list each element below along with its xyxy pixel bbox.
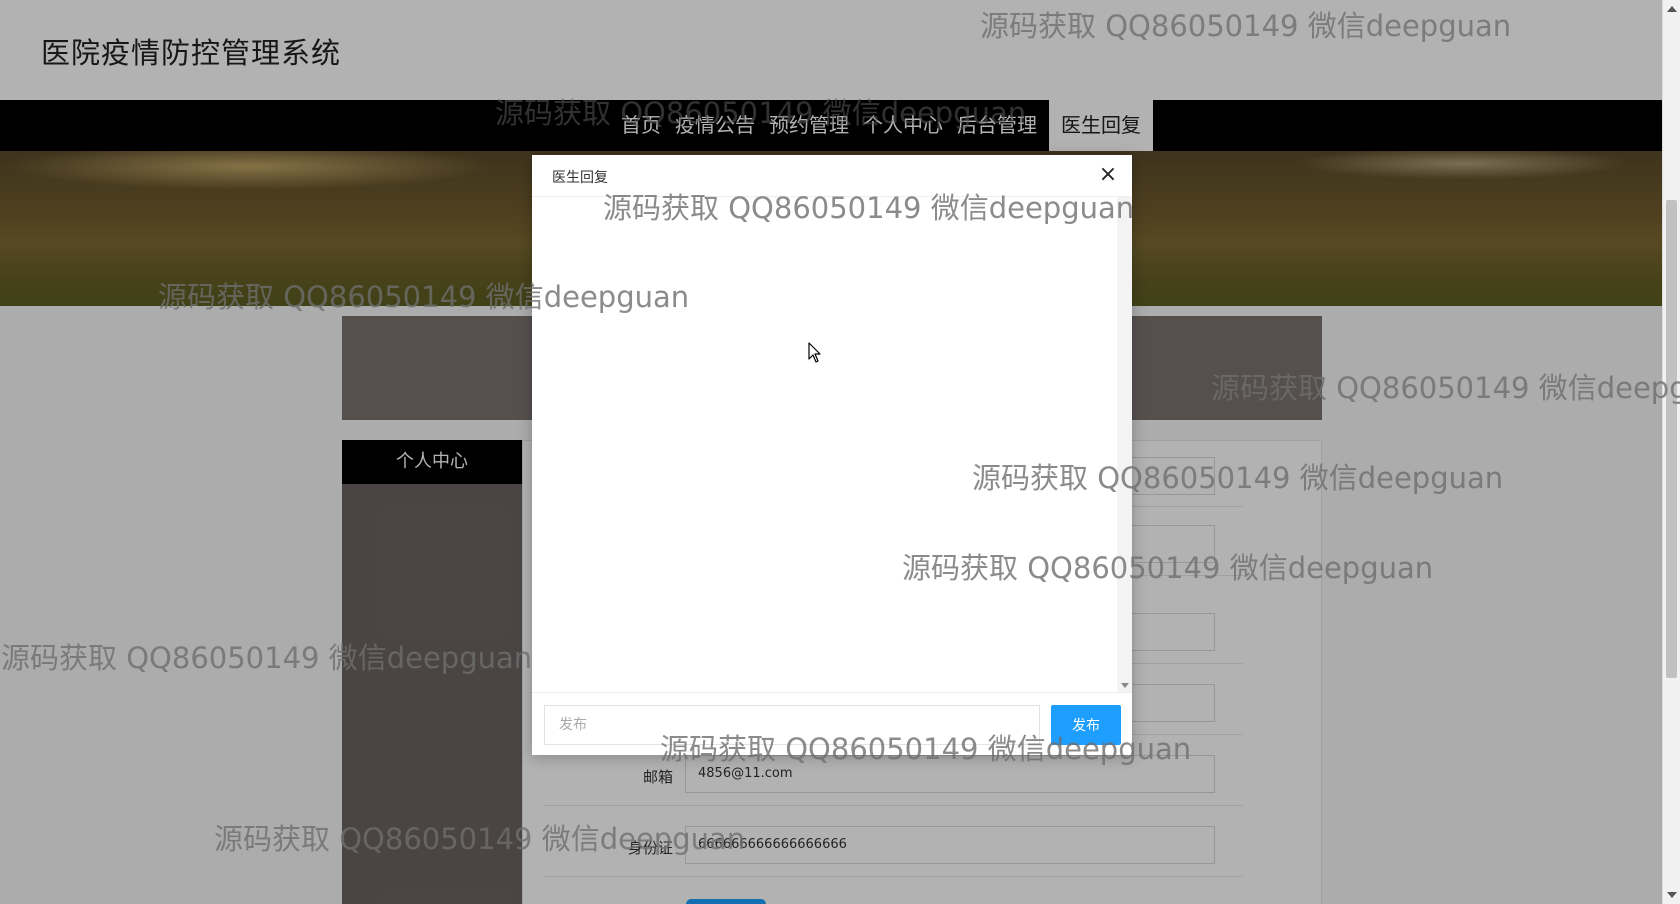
scroll-down-icon[interactable] xyxy=(1667,892,1677,898)
dialog-footer: 发布 xyxy=(532,692,1132,755)
dialog-header: 医生回复 × xyxy=(532,155,1132,197)
page: 医院疫情防控管理系统 首页 疫情公告 预约管理 个人中心 后台管理 医生回复 个… xyxy=(0,0,1680,904)
reply-list xyxy=(532,197,1132,692)
scroll-up-icon[interactable] xyxy=(1667,6,1677,12)
mouse-pointer-icon xyxy=(808,342,821,363)
scroll-down-icon[interactable] xyxy=(1121,683,1129,688)
page-scrollbar[interactable] xyxy=(1662,0,1680,904)
reply-input[interactable] xyxy=(544,705,1040,745)
publish-button[interactable]: 发布 xyxy=(1051,705,1121,745)
dialog-title: 医生回复 xyxy=(552,170,608,186)
close-icon[interactable]: × xyxy=(1098,164,1118,186)
scrollbar-thumb[interactable] xyxy=(1666,200,1677,678)
dialog-scrollbar[interactable] xyxy=(1117,197,1132,692)
doctor-reply-dialog: 医生回复 × 发布 xyxy=(532,155,1132,755)
